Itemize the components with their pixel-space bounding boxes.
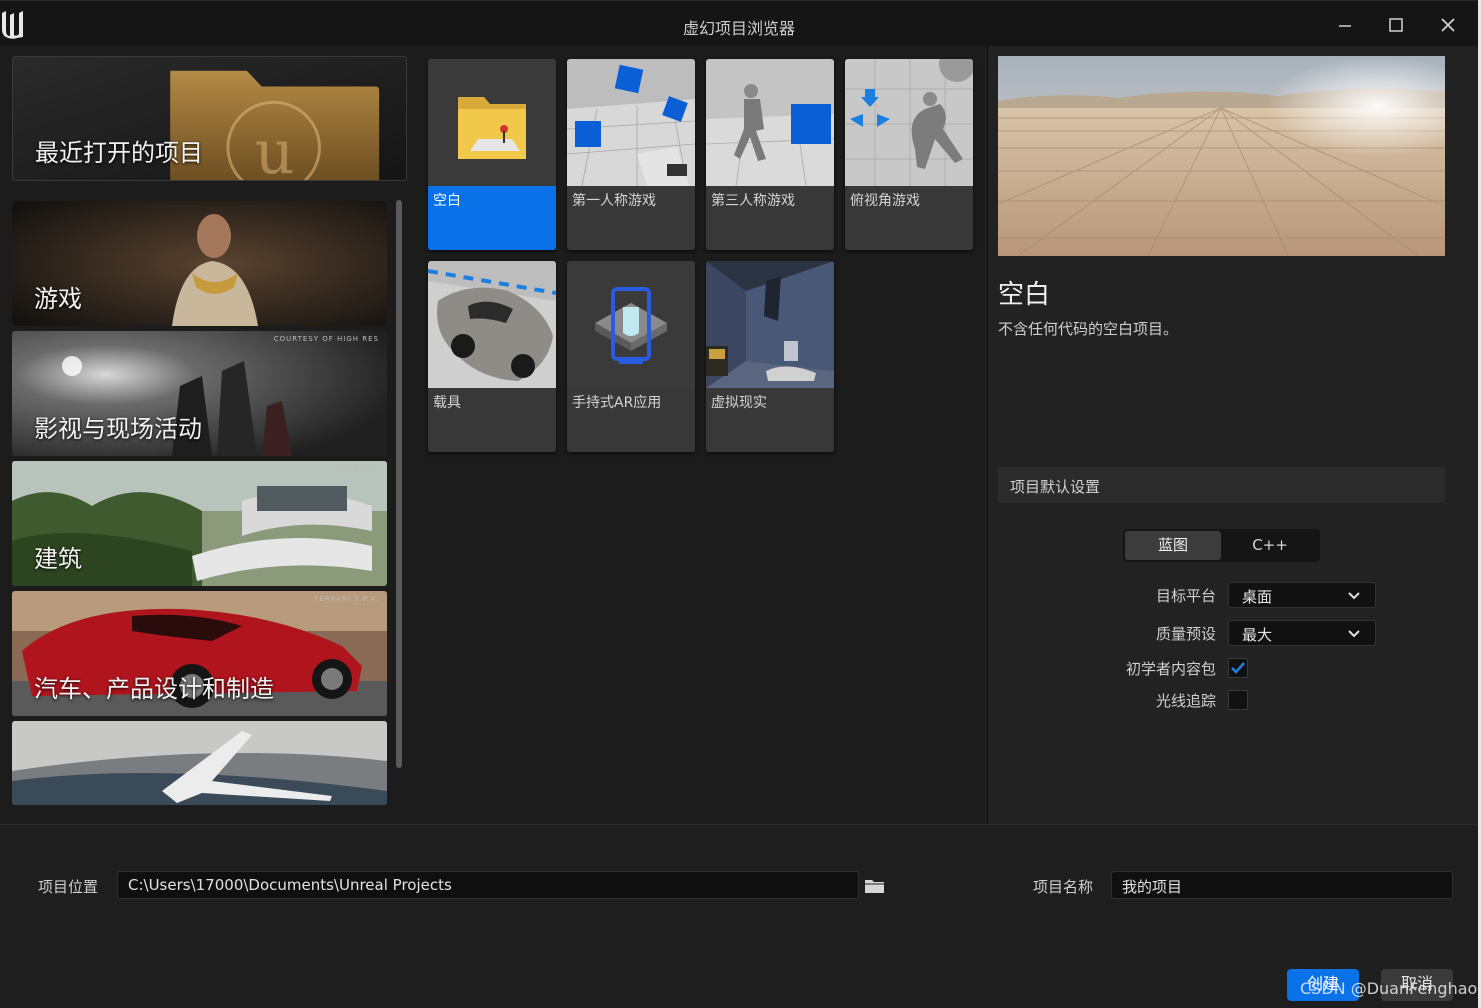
project-location-label: 项目位置: [38, 878, 99, 896]
template-top-down[interactable]: 俯视角游戏: [845, 59, 973, 250]
first-person-thumbnail: [567, 59, 695, 186]
category-simulation[interactable]: [12, 721, 387, 805]
quality-preset-dropdown[interactable]: 最大: [1228, 620, 1376, 646]
maximize-button[interactable]: [1384, 13, 1408, 37]
checkmark-icon: [1231, 662, 1245, 674]
template-handheld-ar[interactable]: 手持式AR应用: [567, 261, 695, 452]
project-name-input[interactable]: 我的项目: [1111, 871, 1453, 899]
blueprint-option[interactable]: 蓝图: [1125, 531, 1221, 560]
template-third-person-label: 第三人称游戏: [711, 193, 795, 209]
template-blank-label: 空白: [433, 193, 461, 209]
virtual-reality-thumbnail: [706, 261, 834, 388]
handheld-ar-thumbnail: [567, 261, 695, 388]
folder-icon: [865, 880, 884, 893]
minimize-button[interactable]: [1333, 13, 1357, 37]
title-bar: 虚幻项目浏览器: [0, 0, 1478, 46]
template-first-person[interactable]: 第一人称游戏: [567, 59, 695, 250]
quality-preset-label: 质量预设: [1155, 625, 1216, 643]
category-film-label: 影视与现场活动: [34, 415, 202, 443]
template-virtual-reality[interactable]: 虚拟现实: [706, 261, 834, 452]
template-third-person[interactable]: 第三人称游戏: [706, 59, 834, 250]
project-defaults-header: 项目默认设置: [998, 467, 1445, 503]
category-automotive[interactable]: FERRARI S.P.A. 汽车、产品设计和制造: [12, 591, 387, 716]
recent-projects-label: 最近打开的项目: [35, 139, 203, 167]
category-automotive-label: 汽车、产品设计和制造: [34, 675, 274, 703]
close-button[interactable]: [1436, 13, 1460, 37]
vehicle-thumbnail: [428, 261, 556, 388]
automotive-credit: FERRARI S.P.A.: [314, 595, 379, 603]
minimize-icon: [1339, 25, 1351, 27]
template-top-down-label: 俯视角游戏: [850, 193, 920, 209]
category-games[interactable]: 游戏: [12, 201, 387, 326]
window-title: 虚幻项目浏览器: [682, 19, 795, 38]
template-vehicle[interactable]: 载具: [428, 261, 556, 452]
chevron-down-icon: [1348, 630, 1360, 638]
template-virtual-reality-label: 虚拟现实: [711, 395, 767, 411]
target-platform-value: 桌面: [1242, 588, 1273, 606]
category-film[interactable]: COURTESY OF HIGH RES 影视与现场活动: [12, 331, 387, 456]
project-defaults-title: 项目默认设置: [1010, 478, 1101, 496]
watermark: CSDN @DuanFenghao: [1300, 979, 1478, 998]
starter-content-checkbox[interactable]: [1228, 658, 1248, 678]
chevron-down-icon: [1348, 592, 1360, 600]
language-toggle: 蓝图 C++: [1123, 529, 1320, 562]
browse-folder-button[interactable]: [863, 876, 887, 896]
top-down-thumbnail: [845, 59, 973, 186]
template-first-person-label: 第一人称游戏: [572, 193, 656, 209]
svg-text:u: u: [255, 117, 295, 180]
category-sidebar: u 最近打开的项目 游戏 COURTESY OF HIGH RES 影视与现场活…: [0, 46, 415, 824]
category-games-label: 游戏: [34, 285, 82, 313]
target-platform-label: 目标平台: [1155, 587, 1216, 605]
template-blank[interactable]: 空白: [428, 59, 556, 250]
starter-content-label: 初学者内容包: [1125, 660, 1216, 678]
close-icon: [1441, 18, 1455, 32]
category-architecture[interactable]: TILTPIXEL 建筑: [12, 461, 387, 586]
sidebar-scrollbar[interactable]: [396, 200, 402, 768]
raytracing-label: 光线追踪: [1155, 692, 1216, 710]
recent-projects-card[interactable]: u 最近打开的项目: [12, 56, 407, 181]
film-credit: COURTESY OF HIGH RES: [273, 335, 379, 343]
template-vehicle-label: 载具: [433, 395, 461, 411]
bottom-bar: 项目位置 C:\Users\17000\Documents\Unreal Pro…: [0, 824, 1478, 1008]
template-title: 空白: [998, 280, 1051, 310]
raytracing-checkbox[interactable]: [1228, 690, 1248, 710]
details-panel: 空白 不含任何代码的空白项目。 项目默认设置 蓝图 C++ 目标平台 桌面 质量…: [987, 46, 1478, 824]
target-platform-dropdown[interactable]: 桌面: [1228, 582, 1376, 608]
project-name-label: 项目名称: [1033, 878, 1094, 896]
simulation-image: [12, 721, 387, 805]
category-architecture-label: 建筑: [34, 545, 82, 573]
cpp-option[interactable]: C++: [1222, 531, 1318, 560]
template-handheld-ar-label: 手持式AR应用: [572, 395, 662, 411]
quality-preset-value: 最大: [1242, 626, 1273, 644]
template-preview-image: [998, 56, 1445, 256]
blank-thumbnail: [428, 59, 556, 186]
maximize-icon: [1389, 18, 1403, 32]
template-description: 不含任何代码的空白项目。: [998, 320, 1179, 338]
template-grid: 空白 第一人称游戏 第三人称游戏 俯视角游戏 载具 手持式AR应用 虚拟现实: [415, 46, 987, 824]
project-location-input[interactable]: C:\Users\17000\Documents\Unreal Projects: [117, 871, 859, 899]
architecture-credit: TILTPIXEL: [337, 465, 379, 473]
third-person-thumbnail: [706, 59, 834, 186]
